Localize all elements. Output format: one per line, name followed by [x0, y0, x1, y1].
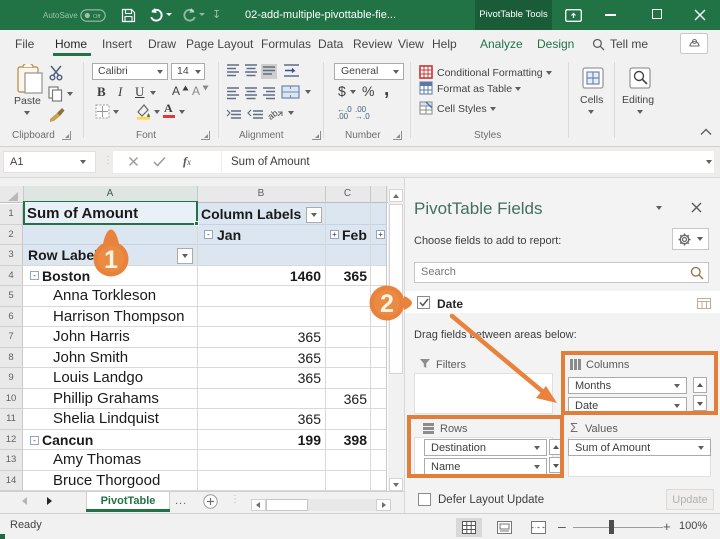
svg-text:2: 2: [380, 290, 394, 318]
svg-text:1: 1: [104, 246, 118, 274]
svg-text:Off: Off: [93, 14, 101, 20]
svg-text:ab: ab: [268, 108, 280, 120]
